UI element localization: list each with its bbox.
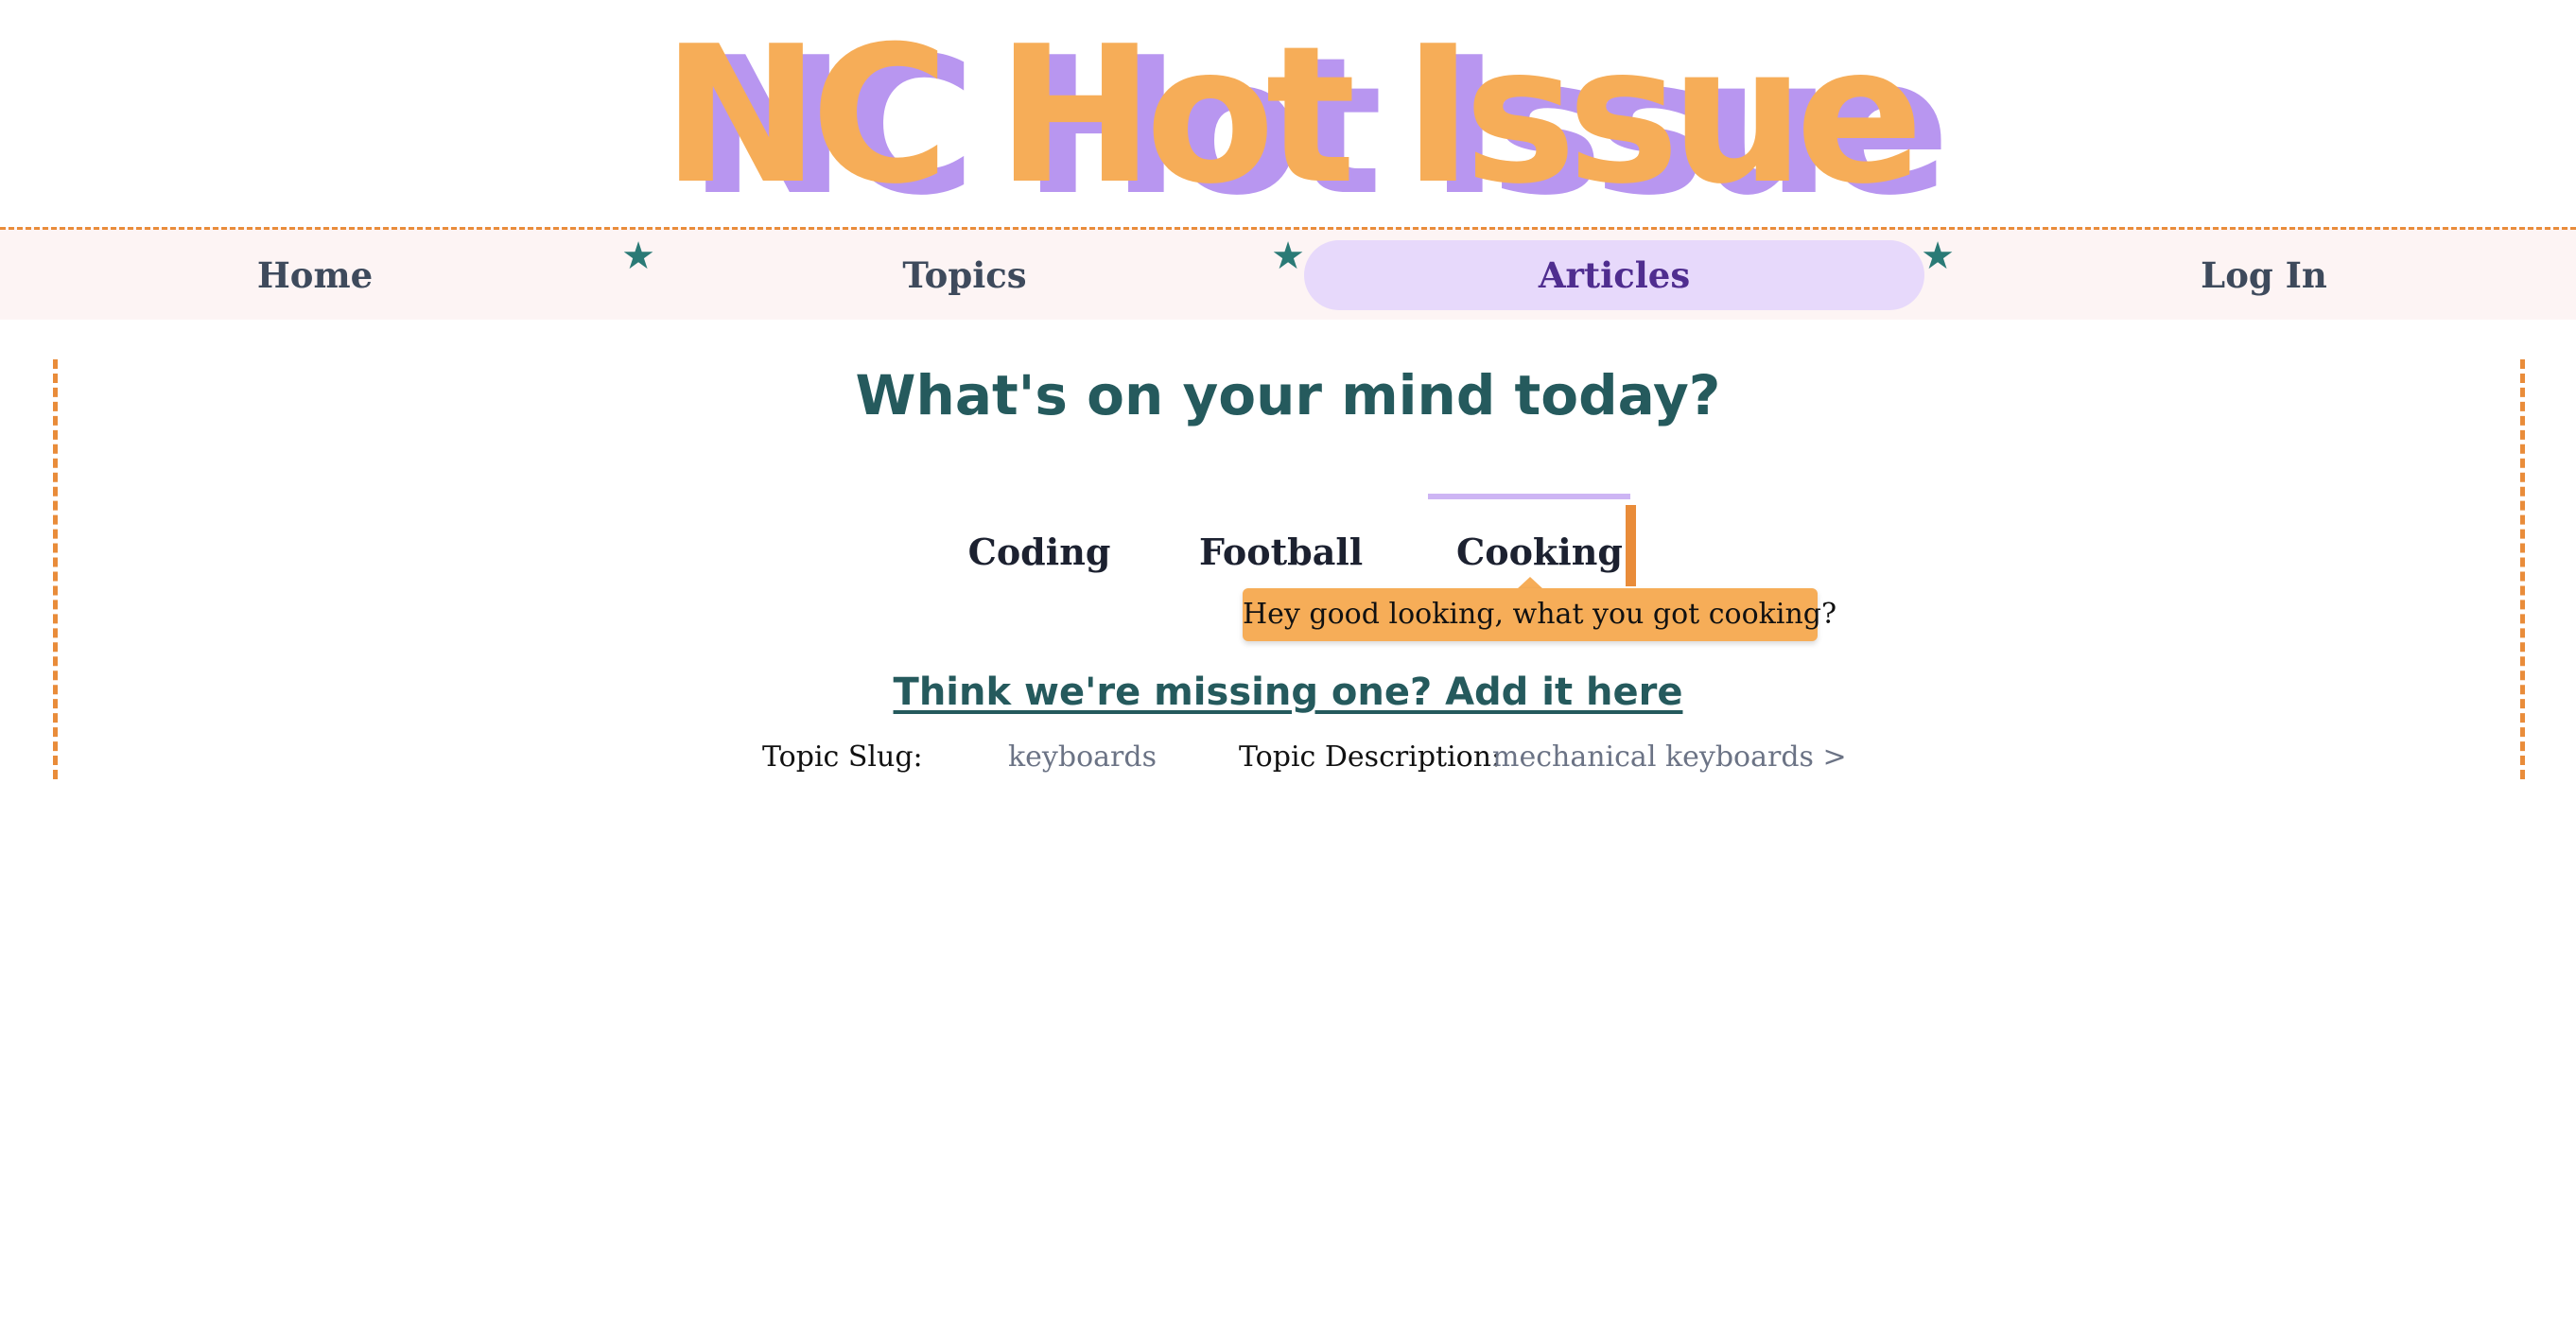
topic-description-link[interactable]: mechanical keyboards > [1492,738,1847,777]
star-icon: ★ [621,235,655,278]
star-icon: ★ [1271,235,1305,278]
topic-description-label: Topic Description: [1239,740,1502,774]
nav-item-home[interactable]: Home [5,240,625,310]
topic-tab-cooking[interactable]: Cooking [1428,494,1630,583]
site-header: NC Hot Issue NC Hot Issue [0,0,2576,227]
star-icon: ★ [1921,235,1955,278]
nav-item-topics[interactable]: Topics [654,240,1275,310]
nav-item-log-in[interactable]: Log In [1954,240,2574,310]
nav-item-articles[interactable]: Articles [1304,240,1924,310]
topic-tooltip: Hey good looking, what you got cooking? [1243,588,1836,641]
add-topic-link[interactable]: Think we're missing one? Add it here [0,662,2576,723]
site-title: NC Hot Issue [661,6,1923,226]
topic-slug-label: Topic Slug: [762,740,923,774]
topic-slug-value: keyboards [1008,740,1157,774]
topic-tab-football[interactable]: Football [1199,522,1363,583]
topic-tab-coding[interactable]: Coding [965,522,1114,583]
topic-tab-accent [1626,505,1636,586]
main-nav: Home ★ Topics ★ Articles ★ Log In [0,227,2576,320]
page-title: What's on your mind today? [855,363,1721,427]
